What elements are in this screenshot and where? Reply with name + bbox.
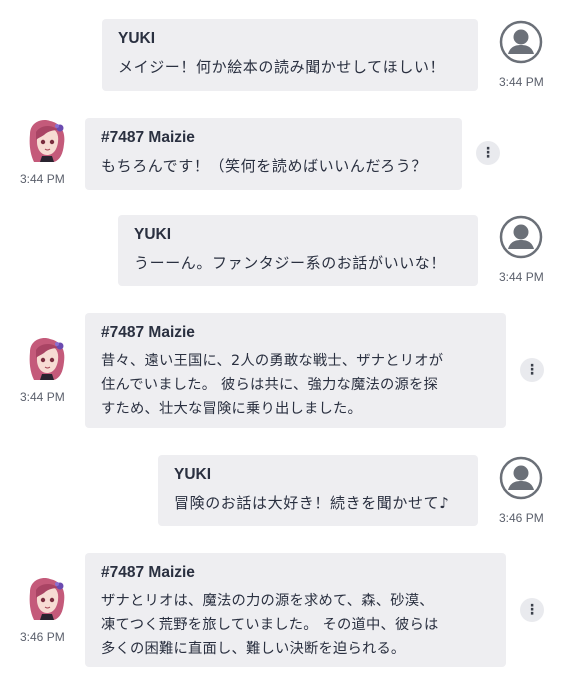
sender-name: YUKI: [174, 466, 212, 483]
vertical-dots-icon: ⋮: [525, 602, 539, 618]
message-text: 昔々、遠い王国に、2人の勇敢な戦士、ザナとリオが 住んでいました。 彼らは共に、…: [101, 353, 444, 417]
vertical-dots-icon: ⋮: [525, 362, 539, 378]
user-message: YUKI メイジー！何か絵本の読み聞かせしてほしい！: [102, 19, 478, 91]
user-avatar-icon: [499, 215, 543, 259]
bot-message: #7487 Maizie 昔々、遠い王国に、2人の勇敢な戦士、ザナとリオが 住ん…: [85, 313, 506, 428]
message-more-button[interactable]: ⋮: [520, 358, 544, 382]
user-message: YUKI 冒険のお話は大好き！続きを聞かせて♪: [158, 455, 478, 526]
message-text: もちろんです！（笑何を読めばいいんだろう？: [101, 157, 427, 175]
user-avatar-icon: [499, 20, 543, 64]
bot-message: #7487 Maizie ザナとリオは、魔法の力の源を求めて、森、砂漠、 凍てつ…: [85, 553, 506, 667]
sender-name: #7487 Maizie: [101, 324, 195, 341]
timestamp: 3:44 PM: [20, 172, 65, 186]
user-avatar-icon: [499, 456, 543, 500]
maizie-avatar: [29, 338, 65, 380]
sender-name: #7487 Maizie: [101, 564, 195, 581]
maizie-avatar: [29, 578, 65, 620]
user-message: YUKI うーーん。ファンタジー系のお話がいいな！: [118, 215, 478, 286]
timestamp: 3:44 PM: [499, 75, 544, 89]
sender-name: YUKI: [118, 30, 156, 47]
message-text: 冒険のお話は大好き！続きを聞かせて♪: [174, 494, 450, 512]
sender-name: YUKI: [134, 226, 172, 243]
message-more-button[interactable]: ⋮: [476, 141, 500, 165]
message-text: メイジー！何か絵本の読み聞かせしてほしい！: [118, 58, 446, 76]
timestamp: 3:44 PM: [499, 270, 544, 284]
timestamp: 3:44 PM: [20, 390, 65, 404]
timestamp: 3:46 PM: [20, 630, 65, 644]
vertical-dots-icon: ⋮: [481, 145, 495, 161]
message-more-button[interactable]: ⋮: [520, 598, 544, 622]
bot-message: #7487 Maizie もちろんです！（笑何を読めばいいんだろう？: [85, 118, 462, 190]
maizie-avatar: [29, 120, 65, 162]
timestamp: 3:46 PM: [499, 511, 544, 525]
message-text: ザナとリオは、魔法の力の源を求めて、森、砂漠、 凍てつく荒野を旅していました。 …: [101, 593, 439, 657]
message-text: うーーん。ファンタジー系のお話がいいな！: [134, 254, 447, 272]
sender-name: #7487 Maizie: [101, 129, 195, 146]
